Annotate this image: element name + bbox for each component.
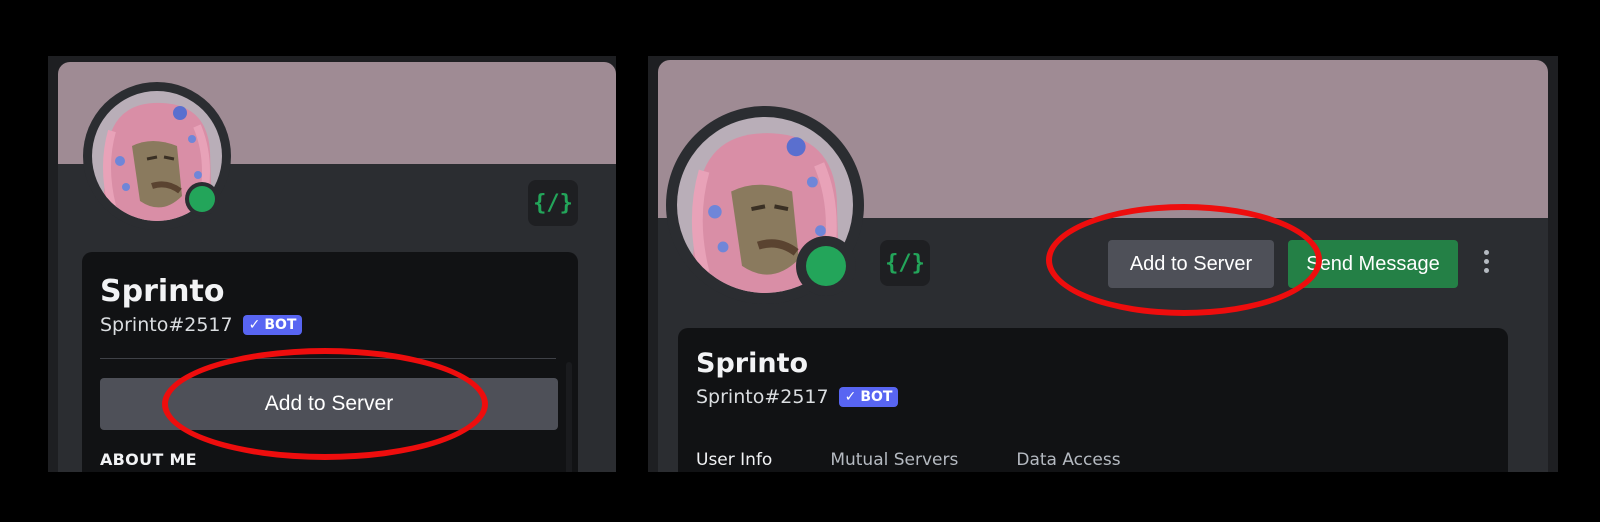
about-me-heading: ABOUT ME xyxy=(100,450,197,469)
check-icon: ✓ xyxy=(248,317,261,333)
profile-body: Sprinto Sprinto#2517 ✓ BOT Add to Server… xyxy=(82,252,578,472)
bot-badge-label: BOT xyxy=(860,389,893,405)
username-row: Sprinto#2517 ✓ BOT xyxy=(696,386,899,408)
sidebar-edge xyxy=(48,56,58,472)
bot-badge-label: BOT xyxy=(264,317,297,333)
slash-command-label: {/} xyxy=(533,190,573,216)
bot-badge: ✓ BOT xyxy=(838,387,899,407)
slash-command-icon[interactable]: {/} xyxy=(880,240,930,286)
slash-command-icon[interactable]: {/} xyxy=(528,180,578,226)
bot-badge: ✓ BOT xyxy=(242,315,303,335)
add-to-server-button[interactable]: Add to Server xyxy=(100,378,558,430)
profile-body: Sprinto Sprinto#2517 ✓ BOT User Info Mut… xyxy=(678,328,1508,472)
check-icon: ✓ xyxy=(844,389,857,405)
profile-modal: {/} Add to Server Send Message Sprinto S… xyxy=(658,60,1548,472)
username: Sprinto#2517 xyxy=(100,314,233,336)
kebab-menu-icon[interactable] xyxy=(1484,250,1489,273)
username-row: Sprinto#2517 ✓ BOT xyxy=(100,314,303,336)
send-message-label: Send Message xyxy=(1306,252,1440,275)
add-to-server-label: Add to Server xyxy=(1129,252,1253,275)
add-to-server-label: Add to Server xyxy=(264,392,394,415)
online-status-icon xyxy=(806,246,846,286)
divider xyxy=(100,358,556,359)
scrollbar[interactable] xyxy=(566,362,572,472)
username: Sprinto#2517 xyxy=(696,386,829,408)
send-message-button[interactable]: Send Message xyxy=(1288,240,1458,288)
display-name: Sprinto xyxy=(100,274,225,309)
left-profile-panel: {/} Sprinto Sprinto#2517 ✓ BOT Add to Se… xyxy=(48,56,616,472)
slash-command-label: {/} xyxy=(885,250,925,276)
profile-popout: {/} Sprinto Sprinto#2517 ✓ BOT Add to Se… xyxy=(58,62,616,472)
tab-mutual-servers[interactable]: Mutual Servers xyxy=(830,450,958,472)
online-status-icon xyxy=(189,186,215,212)
profile-tabs: User Info Mutual Servers Data Access xyxy=(696,450,1121,472)
tab-user-info[interactable]: User Info xyxy=(696,450,772,472)
right-profile-panel: {/} Add to Server Send Message Sprinto S… xyxy=(648,56,1558,472)
display-name: Sprinto xyxy=(696,348,809,379)
tab-data-access[interactable]: Data Access xyxy=(1016,450,1120,472)
add-to-server-button[interactable]: Add to Server xyxy=(1108,240,1274,288)
